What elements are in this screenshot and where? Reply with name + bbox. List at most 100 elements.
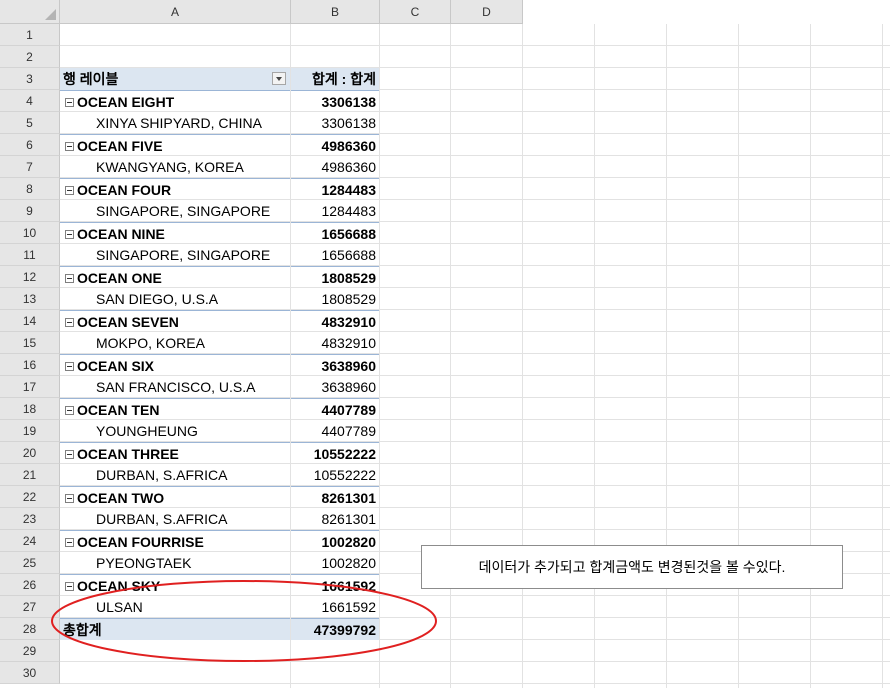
pivot-group-total[interactable]: 8261301	[291, 486, 379, 508]
pivot-detail-value[interactable]: 1284483	[291, 200, 379, 222]
pivot-detail-value[interactable]: 1808529	[291, 288, 379, 310]
column-header-c[interactable]: C	[380, 0, 451, 24]
pivot-group-total[interactable]: 4832910	[291, 310, 379, 332]
collapse-minus-icon[interactable]	[65, 493, 74, 503]
pivot-group-label[interactable]: OCEAN TWO	[60, 486, 290, 508]
pivot-group-label[interactable]: OCEAN FOURRISE	[60, 530, 290, 552]
row-header[interactable]: 9	[0, 200, 60, 222]
row-header[interactable]: 22	[0, 486, 60, 508]
collapse-minus-icon[interactable]	[65, 581, 74, 591]
row-header[interactable]: 25	[0, 552, 60, 574]
pivot-group-total[interactable]: 3306138	[291, 90, 379, 112]
pivot-detail-value[interactable]: 1661592	[291, 596, 379, 618]
pivot-group-total[interactable]: 1284483	[291, 178, 379, 200]
row-header[interactable]: 12	[0, 266, 60, 288]
pivot-group-label[interactable]: OCEAN THREE	[60, 442, 290, 464]
row-header[interactable]: 2	[0, 46, 60, 68]
pivot-grand-total-label[interactable]: 총합계	[60, 618, 290, 640]
pivot-detail-value[interactable]: 4986360	[291, 156, 379, 178]
pivot-detail-label[interactable]: XINYA SHIPYARD, CHINA	[60, 112, 290, 134]
filter-dropdown-icon[interactable]	[272, 72, 286, 85]
pivot-detail-label[interactable]: KWANGYANG, KOREA	[60, 156, 290, 178]
row-header[interactable]: 10	[0, 222, 60, 244]
collapse-minus-icon[interactable]	[65, 141, 74, 151]
pivot-group-label[interactable]: OCEAN EIGHT	[60, 90, 290, 112]
row-header[interactable]: 26	[0, 574, 60, 596]
pivot-group-total[interactable]: 1002820	[291, 530, 379, 552]
row-header[interactable]: 16	[0, 354, 60, 376]
pivot-detail-label[interactable]: ULSAN	[60, 596, 290, 618]
pivot-detail-label[interactable]: MOKPO, KOREA	[60, 332, 290, 354]
row-header[interactable]: 13	[0, 288, 60, 310]
pivot-detail-value[interactable]: 3638960	[291, 376, 379, 398]
pivot-group-label[interactable]: OCEAN SIX	[60, 354, 290, 376]
row-header[interactable]: 18	[0, 398, 60, 420]
column-header-b[interactable]: B	[291, 0, 380, 24]
pivot-group-total[interactable]: 4986360	[291, 134, 379, 156]
pivot-header-label[interactable]: 행 레이블	[60, 68, 290, 90]
collapse-minus-icon[interactable]	[65, 361, 74, 371]
row-header[interactable]: 27	[0, 596, 60, 618]
pivot-detail-value[interactable]: 10552222	[291, 464, 379, 486]
row-header[interactable]: 11	[0, 244, 60, 266]
column-header-d[interactable]: D	[451, 0, 523, 24]
pivot-group-label[interactable]: OCEAN SEVEN	[60, 310, 290, 332]
pivot-detail-label[interactable]: YOUNGHEUNG	[60, 420, 290, 442]
pivot-detail-value[interactable]: 8261301	[291, 508, 379, 530]
pivot-group-label[interactable]: OCEAN SKY	[60, 574, 290, 596]
collapse-minus-icon[interactable]	[65, 317, 74, 327]
row-header[interactable]: 15	[0, 332, 60, 354]
pivot-header-value[interactable]: 합계 : 합계	[291, 68, 379, 90]
row-header[interactable]: 20	[0, 442, 60, 464]
pivot-detail-value[interactable]: 4832910	[291, 332, 379, 354]
pivot-group-label[interactable]: OCEAN FIVE	[60, 134, 290, 156]
pivot-detail-label[interactable]: SINGAPORE, SINGAPORE	[60, 200, 290, 222]
pivot-group-label[interactable]: OCEAN NINE	[60, 222, 290, 244]
pivot-group-total[interactable]: 1808529	[291, 266, 379, 288]
collapse-minus-icon[interactable]	[65, 229, 74, 239]
collapse-minus-icon[interactable]	[65, 449, 74, 459]
collapse-minus-icon[interactable]	[65, 273, 74, 283]
collapse-minus-icon[interactable]	[65, 97, 74, 107]
row-header[interactable]: 1	[0, 24, 60, 46]
pivot-detail-value[interactable]: 3306138	[291, 112, 379, 134]
pivot-group-label[interactable]: OCEAN TEN	[60, 398, 290, 420]
row-header[interactable]: 21	[0, 464, 60, 486]
row-header[interactable]: 8	[0, 178, 60, 200]
pivot-detail-label[interactable]: DURBAN, S.AFRICA	[60, 464, 290, 486]
row-header[interactable]: 6	[0, 134, 60, 156]
pivot-group-label[interactable]: OCEAN FOUR	[60, 178, 290, 200]
pivot-detail-label[interactable]: PYEONGTAEK	[60, 552, 290, 574]
row-header[interactable]: 29	[0, 640, 60, 662]
pivot-group-total[interactable]: 10552222	[291, 442, 379, 464]
pivot-group-total[interactable]: 4407789	[291, 398, 379, 420]
row-header[interactable]: 7	[0, 156, 60, 178]
row-header[interactable]: 19	[0, 420, 60, 442]
pivot-group-total[interactable]: 1656688	[291, 222, 379, 244]
row-header[interactable]: 14	[0, 310, 60, 332]
row-header[interactable]: 17	[0, 376, 60, 398]
select-all-corner[interactable]	[0, 0, 60, 24]
row-header[interactable]: 3	[0, 68, 60, 90]
pivot-detail-label[interactable]: SINGAPORE, SINGAPORE	[60, 244, 290, 266]
row-header[interactable]: 30	[0, 662, 60, 684]
collapse-minus-icon[interactable]	[65, 537, 74, 547]
pivot-detail-value[interactable]: 4407789	[291, 420, 379, 442]
row-header[interactable]: 28	[0, 618, 60, 640]
row-header[interactable]: 5	[0, 112, 60, 134]
collapse-minus-icon[interactable]	[65, 405, 74, 415]
column-header-a[interactable]: A	[60, 0, 291, 24]
pivot-detail-label[interactable]: DURBAN, S.AFRICA	[60, 508, 290, 530]
row-header[interactable]: 4	[0, 90, 60, 112]
row-header[interactable]: 24	[0, 530, 60, 552]
pivot-group-total[interactable]: 3638960	[291, 354, 379, 376]
pivot-detail-value[interactable]: 1002820	[291, 552, 379, 574]
pivot-group-total[interactable]: 1661592	[291, 574, 379, 596]
pivot-grand-total-value[interactable]: 47399792	[291, 618, 379, 640]
pivot-detail-value[interactable]: 1656688	[291, 244, 379, 266]
row-header[interactable]: 23	[0, 508, 60, 530]
collapse-minus-icon[interactable]	[65, 185, 74, 195]
pivot-group-label[interactable]: OCEAN ONE	[60, 266, 290, 288]
pivot-detail-label[interactable]: SAN FRANCISCO, U.S.A	[60, 376, 290, 398]
pivot-detail-label[interactable]: SAN DIEGO, U.S.A	[60, 288, 290, 310]
